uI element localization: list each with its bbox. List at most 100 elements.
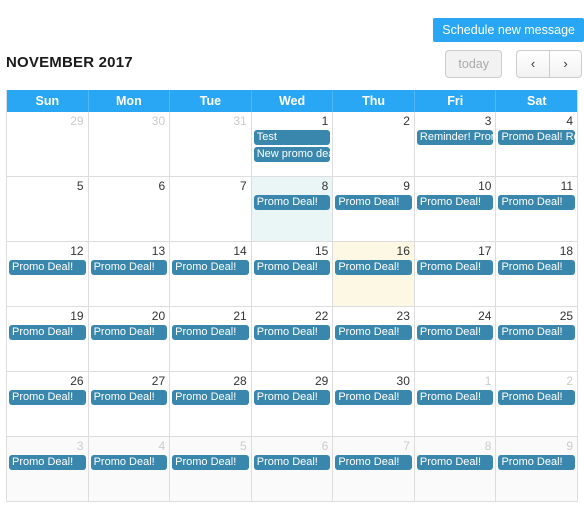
day-cell[interactable]: 29 xyxy=(7,112,89,176)
day-cell[interactable]: 10 Promo Deal! xyxy=(414,177,497,241)
event-chip[interactable]: Promo Deal! xyxy=(335,195,412,210)
event-chip[interactable]: Promo Deal! xyxy=(416,455,494,470)
day-cell[interactable]: 27 Promo Deal! xyxy=(88,372,171,436)
event-list: Promo Deal! xyxy=(333,389,414,405)
event-list: Test New promo deal xyxy=(252,129,333,162)
schedule-new-message-button[interactable]: Schedule new message xyxy=(433,18,584,42)
event-chip[interactable]: Promo Deal! xyxy=(498,390,576,405)
event-chip[interactable]: Promo Deal! xyxy=(416,325,494,340)
day-number: 6 xyxy=(321,439,329,453)
day-cell[interactable]: 9 Promo Deal! xyxy=(333,177,415,241)
day-cell[interactable]: 28 Promo Deal! xyxy=(170,372,252,436)
day-cell[interactable]: 4 Promo Deal! Rer xyxy=(496,112,578,176)
day-cell[interactable]: 26 Promo Deal! xyxy=(7,372,89,436)
day-cell[interactable]: 20 Promo Deal! xyxy=(88,307,171,371)
event-chip[interactable]: Promo Deal! xyxy=(172,390,249,405)
event-chip[interactable]: Promo Deal! xyxy=(416,390,494,405)
day-of-week-header: Sun Mon Tue Wed Thu Fri Sat xyxy=(7,90,577,112)
event-list: Promo Deal! Rer xyxy=(496,129,577,145)
day-cell[interactable]: 29 Promo Deal! xyxy=(251,372,334,436)
event-chip[interactable]: Promo Deal! xyxy=(253,260,331,275)
day-cell[interactable]: 17 Promo Deal! xyxy=(414,242,497,306)
event-chip[interactable]: Test xyxy=(253,130,331,145)
day-cell[interactable]: 14 Promo Deal! xyxy=(170,242,252,306)
day-cell[interactable]: 9 Promo Deal! xyxy=(496,437,578,501)
event-list: Promo Deal! xyxy=(333,324,414,340)
day-cell[interactable]: 8 Promo Deal! xyxy=(414,437,497,501)
day-cell[interactable]: 2 xyxy=(333,112,415,176)
day-cell[interactable]: 3 Reminder! Prom xyxy=(414,112,497,176)
day-cell[interactable]: 23 Promo Deal! xyxy=(333,307,415,371)
day-cell[interactable]: 5 Promo Deal! xyxy=(170,437,252,501)
day-cell[interactable]: 25 Promo Deal! xyxy=(496,307,578,371)
day-number: 30 xyxy=(396,374,410,388)
day-cell[interactable]: 3 Promo Deal! xyxy=(7,437,89,501)
event-chip[interactable]: Promo Deal! xyxy=(498,325,576,340)
day-cell[interactable]: 8 Promo Deal! xyxy=(251,177,334,241)
day-number: 31 xyxy=(233,114,247,128)
day-cell[interactable]: 30 Promo Deal! xyxy=(333,372,415,436)
day-cell[interactable]: 30 xyxy=(88,112,171,176)
next-month-icon[interactable]: › xyxy=(549,50,582,78)
day-cell[interactable]: 21 Promo Deal! xyxy=(170,307,252,371)
day-cell[interactable]: 1 Test New promo deal xyxy=(251,112,334,176)
day-cell[interactable]: 13 Promo Deal! xyxy=(88,242,171,306)
day-cell[interactable]: 5 xyxy=(7,177,89,241)
event-chip[interactable]: Promo Deal! xyxy=(335,390,412,405)
event-chip[interactable]: Promo Deal! xyxy=(9,390,86,405)
today-button[interactable]: today xyxy=(445,50,502,78)
event-chip[interactable]: Promo Deal! xyxy=(253,390,331,405)
day-number: 26 xyxy=(70,374,84,388)
event-list: Promo Deal! xyxy=(252,454,333,470)
day-cell[interactable]: 22 Promo Deal! xyxy=(251,307,334,371)
day-cell[interactable]: 12 Promo Deal! xyxy=(7,242,89,306)
day-cell[interactable]: 6 Promo Deal! xyxy=(251,437,334,501)
event-chip[interactable]: Promo Deal! xyxy=(90,325,168,340)
day-cell[interactable]: 4 Promo Deal! xyxy=(88,437,171,501)
event-chip[interactable]: Promo Deal! xyxy=(253,195,331,210)
event-chip[interactable]: Promo Deal! xyxy=(335,260,412,275)
day-number: 21 xyxy=(233,309,247,323)
event-chip[interactable]: Promo Deal! xyxy=(90,260,168,275)
prev-month-icon[interactable]: ‹ xyxy=(516,50,549,78)
event-chip[interactable]: Promo Deal! xyxy=(90,390,168,405)
event-chip[interactable]: Reminder! Prom xyxy=(416,130,494,145)
day-cell[interactable]: 7 xyxy=(170,177,252,241)
event-chip[interactable]: Promo Deal! Rer xyxy=(498,130,576,145)
day-cell[interactable]: 31 xyxy=(170,112,252,176)
day-number: 7 xyxy=(240,179,247,193)
event-chip[interactable]: Promo Deal! xyxy=(498,260,576,275)
event-chip[interactable]: Promo Deal! xyxy=(9,260,86,275)
day-cell[interactable]: 24 Promo Deal! xyxy=(414,307,497,371)
event-chip[interactable]: Promo Deal! xyxy=(172,455,249,470)
event-chip[interactable]: Promo Deal! xyxy=(253,325,331,340)
day-cell[interactable]: 15 Promo Deal! xyxy=(251,242,334,306)
event-list: Reminder! Prom xyxy=(415,129,496,145)
day-cell[interactable]: 6 xyxy=(88,177,171,241)
event-chip[interactable]: New promo deal xyxy=(253,147,331,162)
event-list: Promo Deal! xyxy=(333,454,414,470)
day-cell[interactable]: 7 Promo Deal! xyxy=(333,437,415,501)
event-chip[interactable]: Promo Deal! xyxy=(498,455,576,470)
event-chip[interactable]: Promo Deal! xyxy=(416,195,494,210)
event-chip[interactable]: Promo Deal! xyxy=(498,195,576,210)
day-cell[interactable]: 11 Promo Deal! xyxy=(496,177,578,241)
event-list: Promo Deal! xyxy=(89,389,170,405)
day-cell[interactable]: 18 Promo Deal! xyxy=(496,242,578,306)
event-chip[interactable]: Promo Deal! xyxy=(172,260,249,275)
event-chip[interactable]: Promo Deal! xyxy=(253,455,331,470)
event-chip[interactable]: Promo Deal! xyxy=(335,455,412,470)
day-cell[interactable]: 2 Promo Deal! xyxy=(496,372,578,436)
event-chip[interactable]: Promo Deal! xyxy=(9,325,86,340)
event-list: Promo Deal! xyxy=(333,194,414,210)
event-chip[interactable]: Promo Deal! xyxy=(90,455,168,470)
event-list: Promo Deal! xyxy=(496,389,577,405)
event-chip[interactable]: Promo Deal! xyxy=(335,325,412,340)
event-chip[interactable]: Promo Deal! xyxy=(416,260,494,275)
day-of-week-thu: Thu xyxy=(333,90,415,112)
day-cell[interactable]: 19 Promo Deal! xyxy=(7,307,89,371)
event-chip[interactable]: Promo Deal! xyxy=(9,455,86,470)
day-cell[interactable]: 16 Promo Deal! xyxy=(333,242,415,306)
event-chip[interactable]: Promo Deal! xyxy=(172,325,249,340)
day-cell[interactable]: 1 Promo Deal! xyxy=(414,372,497,436)
